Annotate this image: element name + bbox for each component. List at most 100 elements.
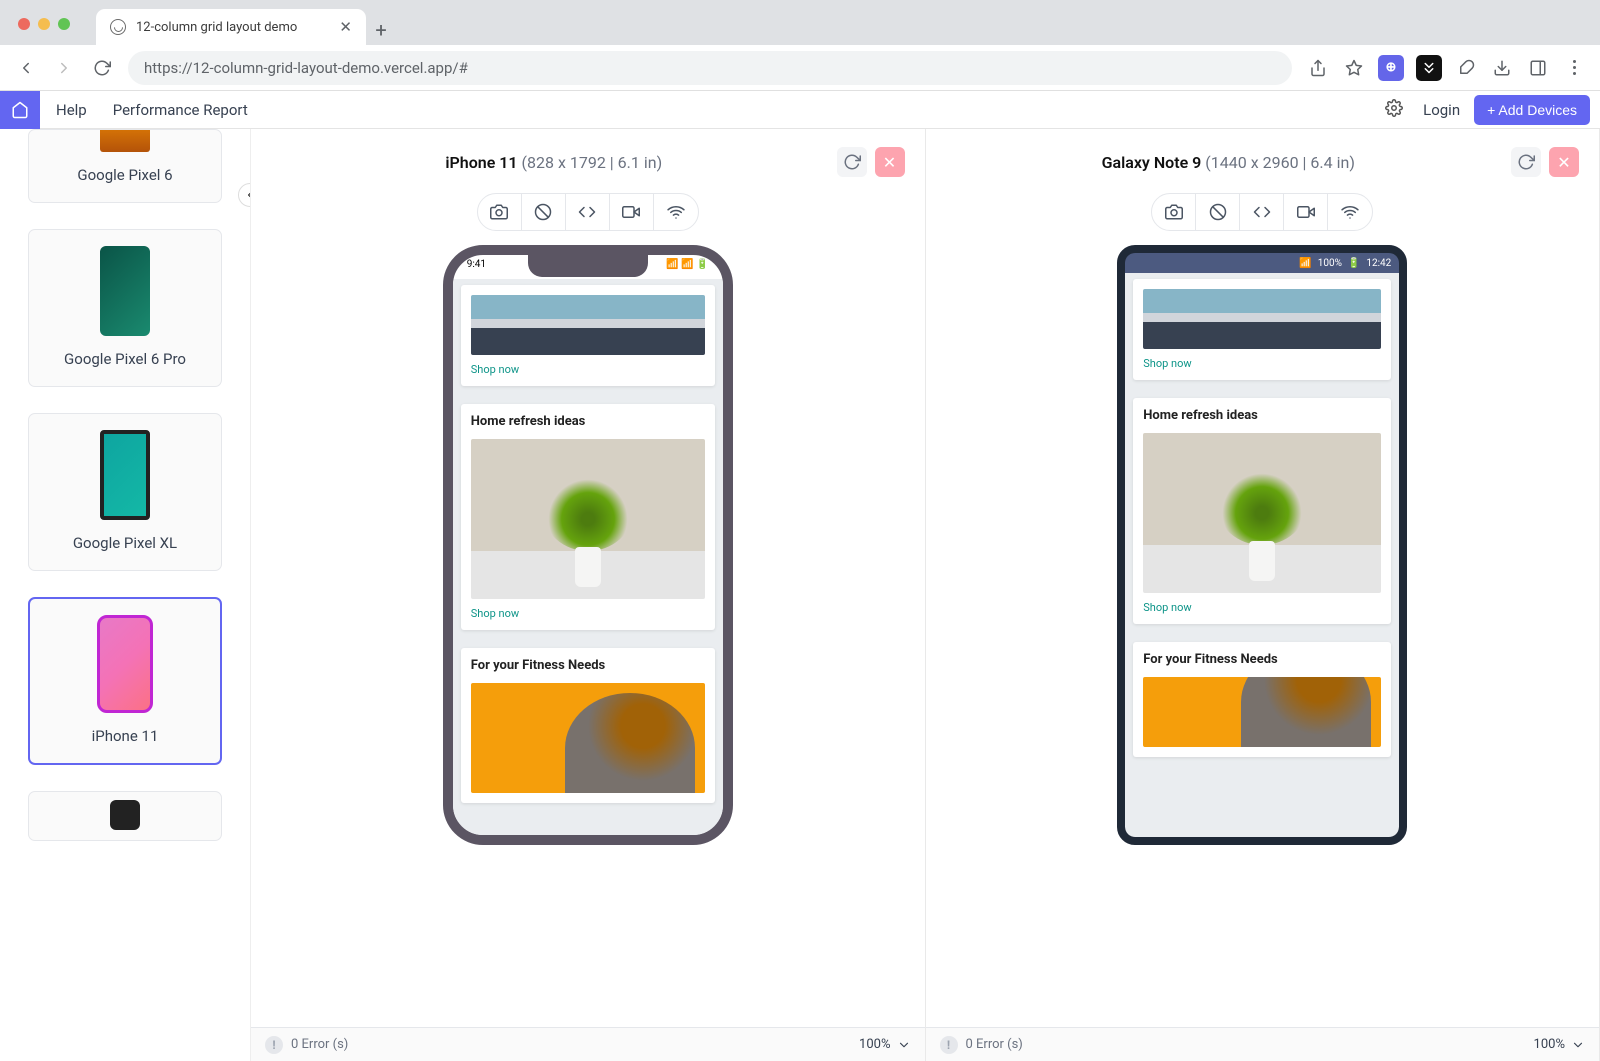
browser-tab-strip: 12-column grid layout demo ✕ + <box>0 0 1600 45</box>
globe-icon <box>110 19 126 35</box>
error-count[interactable]: !0 Error (s) <box>940 1036 1023 1054</box>
share-icon[interactable] <box>1306 56 1330 80</box>
zoom-value: 100% <box>1534 1037 1565 1052</box>
product-image <box>1143 289 1381 349</box>
browser-tab[interactable]: 12-column grid layout demo ✕ <box>96 9 366 45</box>
pane-footer: !0 Error (s) 100% <box>926 1027 1600 1061</box>
shop-now-link[interactable]: Shop now <box>1143 357 1381 370</box>
card-title: For your Fitness Needs <box>1143 652 1381 667</box>
device-toolbar <box>477 193 699 231</box>
rotate-icon[interactable] <box>1196 194 1240 230</box>
close-pane-icon[interactable]: ✕ <box>875 147 905 177</box>
url-text: https://12-column-grid-layout-demo.verce… <box>144 59 468 77</box>
card-title: Home refresh ideas <box>471 414 705 429</box>
shop-now-link[interactable]: Shop now <box>471 363 705 376</box>
error-text: 0 Error (s) <box>291 1037 348 1052</box>
device-toolbar <box>1151 193 1373 231</box>
device-thumb-icon <box>100 430 150 520</box>
refresh-icon[interactable] <box>1511 147 1541 177</box>
battery-pct: 100% <box>1318 258 1342 269</box>
content-card: For your Fitness Needs <box>1133 642 1391 757</box>
zoom-select[interactable]: 100% <box>859 1037 910 1052</box>
product-image <box>471 683 705 793</box>
content-card: For your Fitness Needs <box>461 648 715 803</box>
device-thumb-icon <box>100 246 150 336</box>
close-pane-icon[interactable]: ✕ <box>1549 147 1579 177</box>
app-menu: Help Performance Report <box>56 101 248 119</box>
window-zoom-icon[interactable] <box>58 18 70 30</box>
extensions-icon[interactable] <box>1454 56 1478 80</box>
zoom-select[interactable]: 100% <box>1534 1037 1585 1052</box>
menu-help[interactable]: Help <box>56 101 87 119</box>
add-devices-button[interactable]: + Add Devices <box>1474 95 1590 125</box>
address-bar[interactable]: https://12-column-grid-layout-demo.verce… <box>128 51 1292 85</box>
iphone-frame: 9:41 📶 📶 🔋 Shop now Home refresh ideas Sh… <box>443 245 733 845</box>
content-card: Shop now <box>1133 279 1391 380</box>
wifi-icon[interactable] <box>1328 194 1372 230</box>
collapse-sidebar-button[interactable] <box>238 183 251 207</box>
reload-button[interactable] <box>90 56 114 80</box>
product-image <box>471 295 705 355</box>
tab-close-icon[interactable]: ✕ <box>339 18 352 36</box>
status-time: 9:41 <box>467 259 486 279</box>
new-tab-button[interactable]: + <box>366 15 396 45</box>
error-badge-icon: ! <box>265 1036 283 1054</box>
device-screen[interactable]: Shop now Home refresh ideas Shop now For… <box>453 279 723 835</box>
window-controls <box>18 18 70 30</box>
shop-now-link[interactable]: Shop now <box>471 607 705 620</box>
camera-icon[interactable] <box>478 194 522 230</box>
forward-button[interactable] <box>52 56 76 80</box>
home-button[interactable] <box>0 91 40 129</box>
chrome-menu-icon[interactable] <box>1562 56 1586 80</box>
device-card-partial[interactable] <box>28 791 222 841</box>
wifi-icon[interactable] <box>654 194 698 230</box>
devtools-icon[interactable] <box>566 194 610 230</box>
device-panes: iPhone 11 (828 x 1792 | 6.1 in) ✕ 9:41 📶 … <box>251 129 1600 1061</box>
pane-iphone11: iPhone 11 (828 x 1792 | 6.1 in) ✕ 9:41 📶 … <box>251 129 926 1061</box>
extension-icon[interactable] <box>1416 55 1442 81</box>
device-label: iPhone 11 <box>92 727 159 745</box>
device-card-pixel6[interactable]: Google Pixel 6 <box>28 129 222 203</box>
content-card: Home refresh ideas Shop now <box>1133 398 1391 624</box>
refresh-icon[interactable] <box>837 147 867 177</box>
rotate-icon[interactable] <box>522 194 566 230</box>
device-thumb-icon <box>100 129 150 152</box>
devtools-icon[interactable] <box>1240 194 1284 230</box>
device-card-pixel6pro[interactable]: Google Pixel 6 Pro <box>28 229 222 387</box>
notch-icon <box>528 255 648 277</box>
video-icon[interactable] <box>1284 194 1328 230</box>
battery-icon: 🔋 <box>1348 258 1360 269</box>
status-icons: 📶 📶 🔋 <box>666 259 708 279</box>
window-minimize-icon[interactable] <box>38 18 50 30</box>
login-link[interactable]: Login <box>1423 101 1460 119</box>
star-icon[interactable] <box>1342 56 1366 80</box>
pane-title: iPhone 11 (828 x 1792 | 6.1 in) <box>271 153 837 172</box>
shop-now-link[interactable]: Shop now <box>1143 601 1381 614</box>
download-icon[interactable] <box>1490 56 1514 80</box>
galaxy-frame: 📶100%🔋12:42 Shop now Home refresh ideas … <box>1117 245 1407 845</box>
device-label: Google Pixel 6 Pro <box>64 350 186 368</box>
product-image <box>1143 677 1381 747</box>
content-card: Shop now <box>461 285 715 386</box>
device-label: Google Pixel XL <box>73 534 177 552</box>
product-image <box>471 439 705 599</box>
browser-actions: ⊕ <box>1306 55 1586 81</box>
card-title: For your Fitness Needs <box>471 658 705 673</box>
device-card-iphone11[interactable]: iPhone 11 <box>28 597 222 765</box>
menu-performance-report[interactable]: Performance Report <box>113 101 248 119</box>
pane-footer: ! 0 Error (s) 100% <box>251 1027 925 1061</box>
pane-galaxy-note9: Galaxy Note 9 (1440 x 2960 | 6.4 in) ✕ 📶… <box>926 129 1600 1061</box>
device-screen[interactable]: Shop now Home refresh ideas Shop now For… <box>1125 273 1399 837</box>
sidepanel-icon[interactable] <box>1526 56 1550 80</box>
video-icon[interactable] <box>610 194 654 230</box>
settings-icon[interactable] <box>1385 99 1403 121</box>
window-close-icon[interactable] <box>18 18 30 30</box>
back-button[interactable] <box>14 56 38 80</box>
card-title: Home refresh ideas <box>1143 408 1381 423</box>
app-header: Help Performance Report Login + Add Devi… <box>0 91 1600 129</box>
extension-icon[interactable]: ⊕ <box>1378 55 1404 81</box>
error-count[interactable]: ! 0 Error (s) <box>265 1036 348 1054</box>
device-card-pixelxl[interactable]: Google Pixel XL <box>28 413 222 571</box>
device-sidebar: Google Pixel 6 Google Pixel 6 Pro Google… <box>0 129 251 1061</box>
camera-icon[interactable] <box>1152 194 1196 230</box>
